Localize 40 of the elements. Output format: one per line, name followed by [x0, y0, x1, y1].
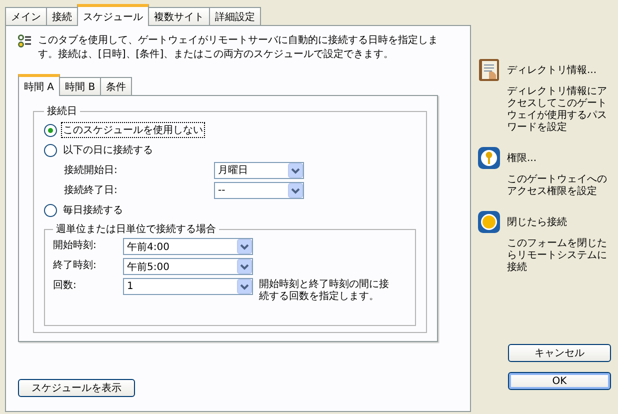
- dialog-button[interactable]: キャンセル: [508, 344, 611, 362]
- action-link[interactable]: ディレクトリ情報...: [507, 63, 597, 77]
- radio-button[interactable]: [44, 144, 57, 156]
- action-link[interactable]: 閉じたら接続: [507, 215, 567, 229]
- tab[interactable]: 時間 A: [18, 74, 60, 96]
- radio-label[interactable]: 毎日接続する: [61, 202, 125, 218]
- action-description: ディレクトリ情報にアクセスしてこのゲートウェイが使用するパスワードを設定: [507, 86, 608, 134]
- description-text: このタブを使用して、ゲートウェイがリモートサーバに自動的に接続する日時を指定します。接続は、[日時]、[条件]、またはこの両方のスケジュールで設定できます。: [38, 34, 439, 62]
- field-label: 接続終了日:: [64, 184, 118, 197]
- group-title: 接続日: [46, 104, 78, 118]
- tab[interactable]: 時間 B: [59, 77, 102, 96]
- radio-button[interactable]: [44, 124, 57, 136]
- list-icon: [18, 34, 32, 48]
- field-label: 回数:: [53, 279, 78, 292]
- action-description: このゲートウェイへのアクセス権限を設定: [507, 174, 608, 198]
- field-label: 終了時刻:: [53, 258, 98, 272]
- action-description: このフォームを閉じたらリモートシステムに接続: [507, 238, 608, 274]
- key-icon[interactable]: [477, 146, 501, 170]
- hint-text: 開始時刻と終了時刻の間に接続する回数を指定します。: [259, 279, 390, 303]
- dropdown[interactable]: 午前5:00: [123, 258, 253, 275]
- radio-button[interactable]: [44, 204, 57, 216]
- dropdown[interactable]: 1: [123, 278, 253, 295]
- radio-label[interactable]: このスケジュールを使用しない: [61, 122, 205, 138]
- tab[interactable]: メイン: [5, 7, 47, 26]
- tab[interactable]: 条件: [100, 77, 132, 96]
- radio-label[interactable]: 以下の日に接続する: [61, 142, 155, 158]
- tab[interactable]: スケジュール: [77, 4, 149, 26]
- tab[interactable]: 詳細設定: [209, 7, 261, 26]
- dropdown[interactable]: 午前4:00: [123, 238, 253, 255]
- dialog-button[interactable]: OK: [508, 372, 611, 390]
- show-schedule-button[interactable]: スケジュールを表示: [18, 379, 135, 397]
- field-label: 接続開始日:: [64, 164, 118, 177]
- action-link[interactable]: 権限...: [507, 151, 537, 165]
- field-label: 開始時刻:: [53, 238, 98, 252]
- tab[interactable]: 接続: [46, 7, 78, 26]
- dropdown[interactable]: --: [214, 182, 304, 198]
- dropdown[interactable]: 月曜日: [214, 162, 304, 178]
- group-title: 週単位または日単位で接続する場合: [55, 222, 217, 236]
- book-icon[interactable]: [477, 58, 501, 82]
- tab[interactable]: 複数サイト: [148, 7, 210, 26]
